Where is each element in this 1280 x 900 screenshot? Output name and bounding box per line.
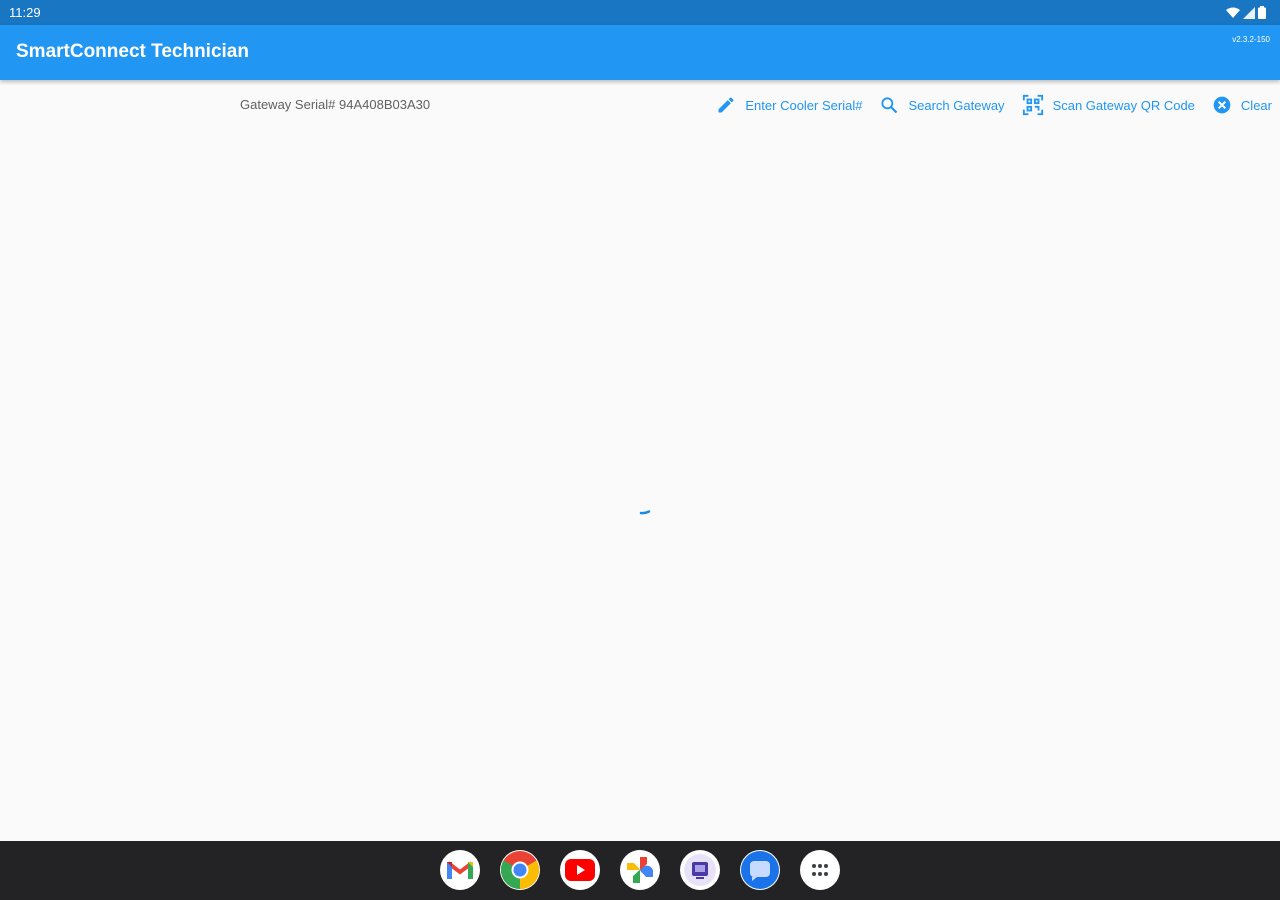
clear-label: Clear	[1240, 97, 1272, 113]
app-icon[interactable]	[680, 850, 720, 890]
enter-cooler-serial-label: Enter Cooler Serial#	[745, 97, 863, 113]
messages-icon[interactable]	[740, 850, 780, 890]
youtube-icon[interactable]	[560, 850, 600, 890]
battery-icon	[1258, 6, 1266, 19]
enter-cooler-serial-button[interactable]: Enter Cooler Serial#	[716, 92, 862, 118]
clear-button[interactable]: Clear	[1212, 92, 1272, 118]
status-icons	[1226, 6, 1266, 19]
chrome-icon[interactable]	[500, 850, 540, 890]
cell-signal-icon	[1243, 6, 1255, 19]
search-gateway-button[interactable]: Search Gateway	[879, 92, 1005, 118]
taskbar	[0, 841, 1280, 900]
toolbar: Gateway Serial# 94A408B03A30 Enter Coole…	[0, 88, 1280, 122]
status-bar: 11:29	[0, 0, 1280, 25]
wifi-icon	[1226, 7, 1240, 18]
status-time: 11:29	[9, 5, 41, 20]
pencil-icon	[718, 97, 734, 113]
photos-icon[interactable]	[620, 850, 660, 890]
toolbar-actions: Enter Cooler Serial# Search Gateway Scan…	[699, 92, 1272, 118]
gmail-icon[interactable]	[440, 850, 480, 890]
app-title: SmartConnect Technician	[16, 41, 249, 62]
spinner-icon	[639, 510, 651, 515]
clear-circle-icon	[1213, 96, 1231, 114]
search-gateway-label: Search Gateway	[908, 97, 1005, 113]
scan-gateway-qr-label: Scan Gateway QR Code	[1052, 97, 1195, 113]
app-version: v2.3.2-150	[1232, 35, 1270, 44]
app-drawer-icon[interactable]	[800, 850, 840, 890]
search-icon	[881, 97, 898, 114]
gateway-serial-label: Gateway Serial# 94A408B03A30	[240, 97, 431, 112]
qr-scan-icon	[1022, 94, 1043, 116]
scan-gateway-qr-button[interactable]: Scan Gateway QR Code	[1022, 92, 1195, 118]
app-bar: SmartConnect Technician v2.3.2-150	[0, 25, 1280, 80]
app-dock	[440, 850, 840, 890]
